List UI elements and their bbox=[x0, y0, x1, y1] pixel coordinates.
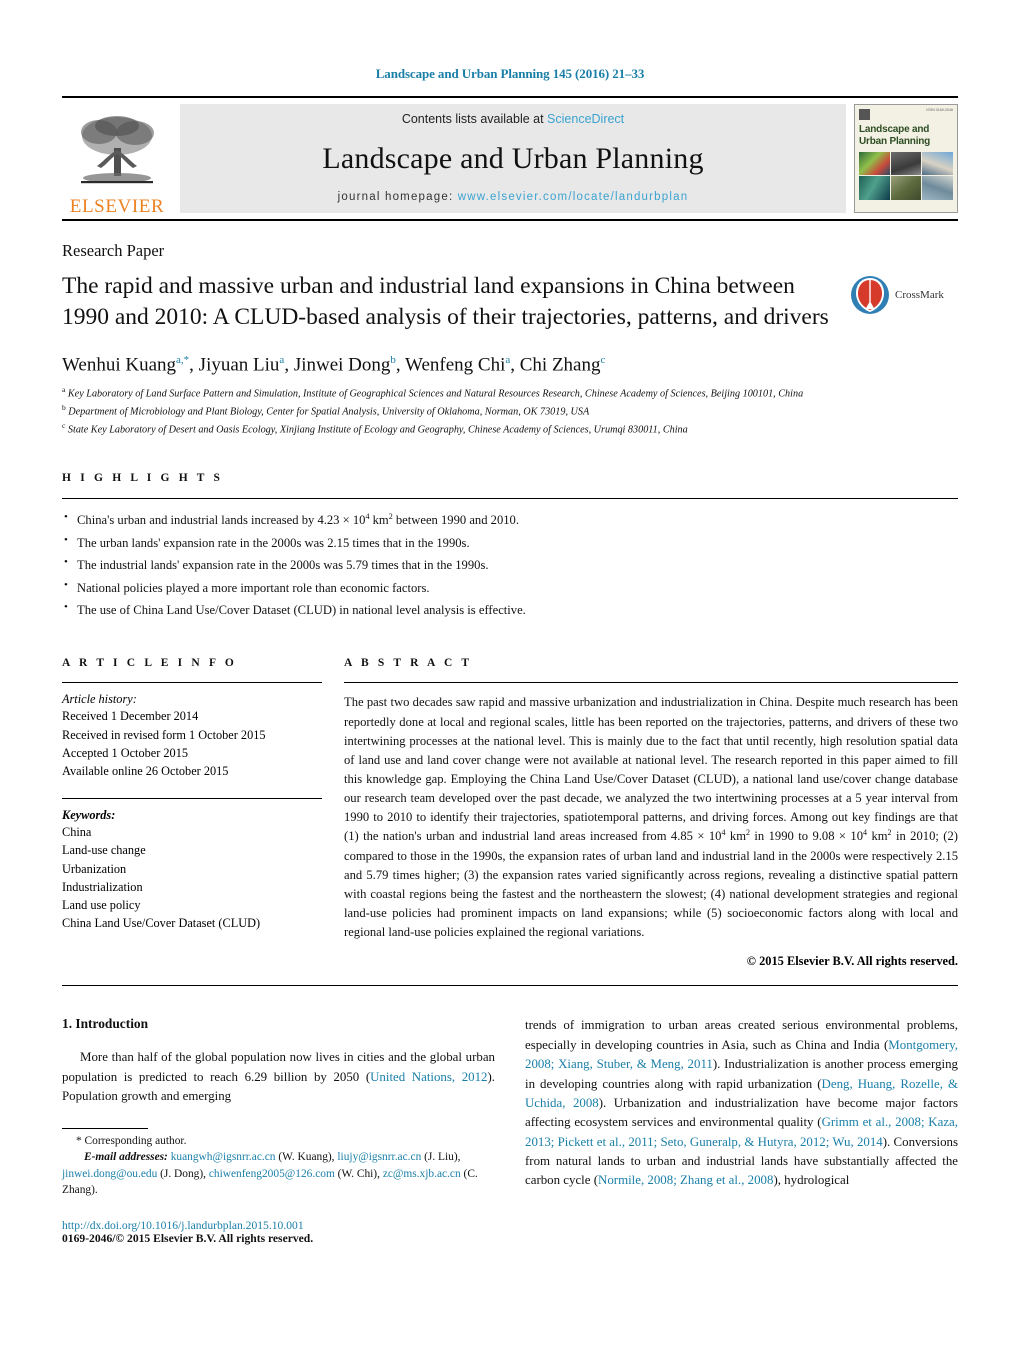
elsevier-wordmark: ELSEVIER bbox=[69, 196, 165, 217]
affiliation-text: Key Laboratory of Land Surface Pattern a… bbox=[67, 388, 804, 400]
highlights-section: H I G H L I G H T S China's urban and in… bbox=[62, 472, 958, 621]
abstract-text: The past two decades saw rapid and massi… bbox=[344, 695, 958, 940]
info-abstract-row: A R T I C L E I N F O Article history: R… bbox=[62, 657, 958, 969]
article-type: Research Paper bbox=[62, 241, 165, 260]
page-title: The rapid and massive urban and industri… bbox=[62, 273, 829, 331]
affiliation-a: a Key Laboratory of Land Surface Pattern… bbox=[62, 384, 958, 402]
keyword-item: Urbanization bbox=[62, 861, 127, 876]
affiliation-marker: c bbox=[62, 421, 66, 431]
cover-topbar: ISSN 0169-2046 bbox=[859, 108, 953, 121]
issn-copyright-line: 0169-2046/© 2015 Elsevier B.V. All right… bbox=[62, 1231, 314, 1245]
doi-block: http://dx.doi.org/10.1016/j.landurbplan.… bbox=[62, 1219, 502, 1245]
cover-footer-strip bbox=[859, 202, 953, 209]
sciencedirect-link[interactable]: ScienceDirect bbox=[547, 112, 624, 126]
highlight-item: The use of China Land Use/Cover Dataset … bbox=[62, 598, 958, 621]
journal-title: Landscape and Urban Planning bbox=[322, 141, 704, 175]
keyword-item: Industrialization bbox=[62, 879, 143, 894]
affiliation-marker: a bbox=[62, 384, 66, 394]
article-info-label: A R T I C L E I N F O bbox=[62, 657, 237, 670]
elsevier-logo: ELSEVIER bbox=[62, 98, 172, 219]
contents-prefix: Contents lists available at bbox=[401, 112, 548, 126]
affiliation-text: State Key Laboratory of Desert and Oasis… bbox=[67, 424, 688, 436]
journal-article-page: Landscape and Urban Planning 145 (2016) … bbox=[0, 0, 1020, 1351]
highlight-item: National policies played a more importan… bbox=[62, 576, 958, 599]
affiliation-text: Department of Microbiology and Plant Bio… bbox=[68, 406, 590, 418]
intro-paragraph-right: trends of immigration to urban areas cre… bbox=[525, 1018, 958, 1188]
cover-image-cell bbox=[859, 151, 890, 176]
cover-image-cell bbox=[859, 176, 890, 200]
journal-homepage-line: journal homepage: www.elsevier.com/locat… bbox=[338, 191, 689, 203]
article-info-section: A R T I C L E I N F O Article history: R… bbox=[62, 657, 344, 969]
section-heading-introduction: 1. Introduction bbox=[62, 1016, 149, 1032]
highlight-item: China's urban and industrial lands incre… bbox=[62, 508, 958, 531]
abstract-divider bbox=[344, 682, 958, 684]
abstract-bottom-divider bbox=[62, 985, 958, 987]
email-label: E-mail addresses: bbox=[84, 1151, 168, 1164]
keyword-item: Land use policy bbox=[62, 897, 141, 912]
doi-link[interactable]: http://dx.doi.org/10.1016/j.landurbplan.… bbox=[62, 1219, 502, 1232]
running-head: Landscape and Urban Planning 145 (2016) … bbox=[375, 66, 645, 81]
keyword-item: China Land Use/Cover Dataset (CLUD) bbox=[62, 916, 261, 931]
crossmark-label: CrossMark bbox=[895, 289, 944, 301]
elsevier-tree-icon bbox=[81, 116, 154, 184]
history-accepted: Accepted 1 October 2015 bbox=[62, 745, 188, 760]
intro-paragraph-left: More than half of the global population … bbox=[62, 1050, 495, 1104]
cover-image-grid bbox=[859, 151, 953, 200]
affiliations: a Key Laboratory of Land Surface Pattern… bbox=[62, 384, 958, 439]
keywords-divider bbox=[62, 798, 322, 800]
affiliation-c: c State Key Laboratory of Desert and Oas… bbox=[62, 420, 958, 438]
body-column-right: trends of immigration to urban areas cre… bbox=[525, 1016, 958, 1190]
highlight-item: The urban lands' expansion rate in the 2… bbox=[62, 531, 958, 554]
keywords-title: Keywords: bbox=[62, 808, 116, 823]
journal-masthead: ELSEVIER Contents lists available at Sci… bbox=[62, 96, 958, 221]
abstract-label: A B S T R A C T bbox=[344, 657, 473, 670]
affiliation-b: b Department of Microbiology and Plant B… bbox=[62, 402, 958, 420]
keyword-item: Land-use change bbox=[62, 843, 146, 858]
article-info-divider bbox=[62, 682, 322, 684]
journal-cover-thumbnail: ISSN 0169-2046 Landscape and Urban Plann… bbox=[854, 104, 958, 213]
cover-name-line1: Landscape and bbox=[859, 124, 930, 135]
history-received: Received 1 December 2014 bbox=[62, 709, 199, 724]
contents-lists-line: Contents lists available at ScienceDirec… bbox=[402, 112, 624, 126]
article-content: Research Paper The rapid and massive urb… bbox=[62, 241, 958, 1191]
highlight-item: The industrial lands' expansion rate in … bbox=[62, 553, 958, 576]
highlights-divider bbox=[62, 498, 958, 500]
abstract-section: A B S T R A C T The past two decades saw… bbox=[344, 657, 958, 969]
cover-image-cell bbox=[922, 176, 953, 200]
cover-journal-name: Landscape and Urban Planning bbox=[859, 124, 953, 148]
copyright-line: © 2015 Elsevier B.V. All rights reserved… bbox=[746, 954, 958, 969]
footnote-rule bbox=[62, 1128, 148, 1129]
homepage-prefix: journal homepage: bbox=[337, 191, 454, 203]
cover-issn-text: ISSN 0169-2046 bbox=[926, 108, 953, 112]
homepage-url-link[interactable]: www.elsevier.com/locate/landurbplan bbox=[458, 191, 689, 203]
email-addresses-line: E-mail addresses: kuangwh@igsnrr.ac.cn (… bbox=[62, 1149, 502, 1198]
footnote-block: * Corresponding author. E-mail addresses… bbox=[62, 1128, 502, 1245]
history-revised: Received in revised form 1 October 2015 bbox=[62, 727, 266, 742]
author-list: Wenhui Kuanga,*, Jiyuan Liua, Jinwei Don… bbox=[62, 353, 606, 375]
cover-elsevier-icon bbox=[859, 109, 870, 120]
highlights-list: China's urban and industrial lands incre… bbox=[62, 508, 958, 621]
cover-image-cell bbox=[890, 151, 922, 176]
crossmark-badge[interactable]: CrossMark bbox=[850, 271, 958, 315]
article-history-title: Article history: bbox=[62, 692, 137, 707]
journal-band: Contents lists available at ScienceDirec… bbox=[180, 104, 846, 213]
history-online: Available online 26 October 2015 bbox=[62, 764, 229, 779]
cover-image-cell bbox=[890, 176, 922, 200]
article-history-block: Article history: Received 1 December 201… bbox=[62, 692, 322, 780]
title-row: The rapid and massive urban and industri… bbox=[62, 271, 958, 334]
highlights-label: H I G H L I G H T S bbox=[62, 472, 224, 485]
affiliation-marker: b bbox=[62, 403, 66, 413]
cover-image-cell bbox=[922, 151, 953, 176]
keyword-item: China bbox=[62, 825, 92, 840]
corresponding-author-note: * Corresponding author. bbox=[76, 1135, 187, 1147]
crossmark-icon bbox=[851, 276, 889, 314]
cover-name-line2: Urban Planning bbox=[859, 135, 931, 147]
